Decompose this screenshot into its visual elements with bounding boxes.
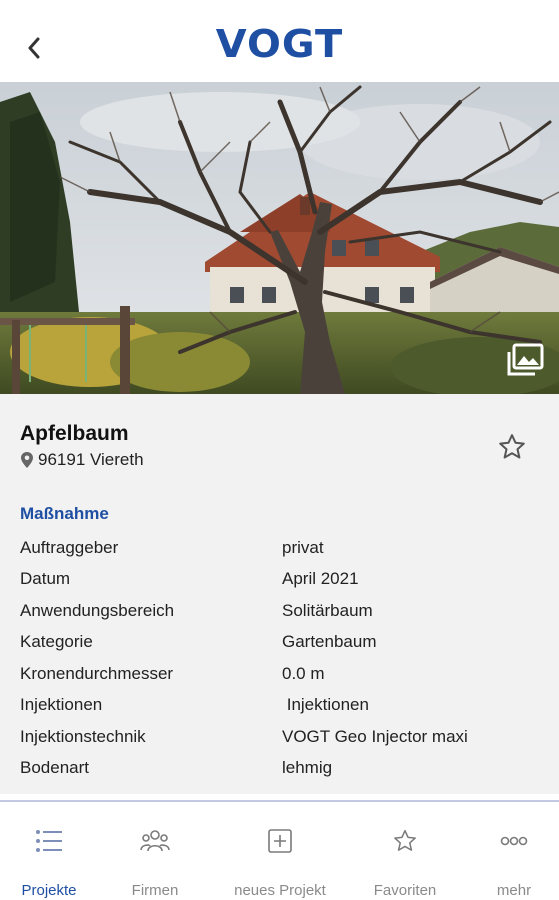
nav-label: Firmen: [131, 882, 179, 899]
list-icon: [36, 830, 62, 852]
detail-value: April 2021: [282, 569, 359, 589]
project-photo[interactable]: [0, 82, 559, 394]
detail-label: Datum: [20, 569, 71, 589]
location-text: 96191 Viereth: [38, 450, 144, 469]
bottom-navigation: Projekte Firmen neues Projekt Favoriten …: [0, 800, 559, 900]
detail-row: Auftraggeber privat: [20, 532, 540, 564]
detail-value: privat: [282, 537, 324, 557]
nav-label: Projekte: [21, 882, 77, 899]
image-gallery-icon: [507, 343, 544, 376]
detail-value: 0.0 m: [282, 663, 325, 683]
detail-label: Bodenart: [20, 758, 89, 778]
detail-value: Solitärbaum: [282, 600, 373, 620]
detail-row: Injektionstechnik VOGT Geo Injector maxi: [20, 721, 540, 753]
project-details-panel: Apfelbaum 96191 Viereth Maßnahme Auftrag…: [0, 394, 559, 794]
map-pin-icon: [21, 452, 33, 468]
project-title: Apfelbaum: [20, 422, 129, 445]
detail-label: Kategorie: [20, 632, 93, 652]
gallery-button[interactable]: [505, 342, 545, 378]
nav-item-favoriten[interactable]: Favoriten: [362, 802, 448, 900]
add-square-icon: [268, 829, 292, 853]
tree-photo-image: [0, 82, 559, 394]
detail-row: Kategorie Gartenbaum: [20, 627, 540, 659]
more-icon: [500, 836, 528, 846]
detail-label: Anwendungsbereich: [20, 600, 175, 620]
nav-item-neues-projekt[interactable]: neues Projekt: [224, 802, 336, 900]
nav-label: Favoriten: [373, 882, 437, 899]
detail-row: Bodenart lehmig: [20, 753, 540, 785]
detail-label: Injektionstechnik: [20, 726, 146, 746]
details-list: Auftraggeber privat Datum April 2021 Anw…: [20, 532, 540, 784]
star-icon: [394, 829, 416, 851]
app-header: VOGT: [0, 0, 559, 82]
nav-item-mehr[interactable]: mehr: [478, 802, 550, 900]
vogt-logo: VOGT: [215, 22, 344, 66]
detail-value: VOGT Geo Injector maxi: [282, 726, 468, 746]
nav-label: neues Projekt: [234, 882, 326, 899]
section-heading-massnahme: Maßnahme: [20, 504, 109, 523]
detail-row: Kronendurchmesser 0.0 m: [20, 658, 540, 690]
detail-label: Kronendurchmesser: [20, 663, 174, 683]
detail-value: Gartenbaum: [282, 632, 377, 652]
nav-item-projekte[interactable]: Projekte: [8, 802, 90, 900]
detail-row: Injektionen Injektionen: [20, 690, 540, 722]
favorite-button[interactable]: [497, 432, 527, 462]
detail-value: Injektionen: [282, 695, 369, 715]
detail-value: lehmig: [282, 758, 333, 778]
detail-row: Anwendungsbereich Solitärbaum: [20, 595, 540, 627]
star-outline-icon: [499, 434, 525, 459]
nav-item-firmen[interactable]: Firmen: [114, 802, 196, 900]
detail-row: Datum April 2021: [20, 564, 540, 596]
detail-label: Auftraggeber: [20, 537, 119, 557]
project-location: 96191 Viereth: [20, 450, 144, 470]
people-icon: [140, 830, 170, 852]
nav-label: mehr: [496, 882, 532, 899]
detail-label: Injektionen: [20, 695, 103, 715]
